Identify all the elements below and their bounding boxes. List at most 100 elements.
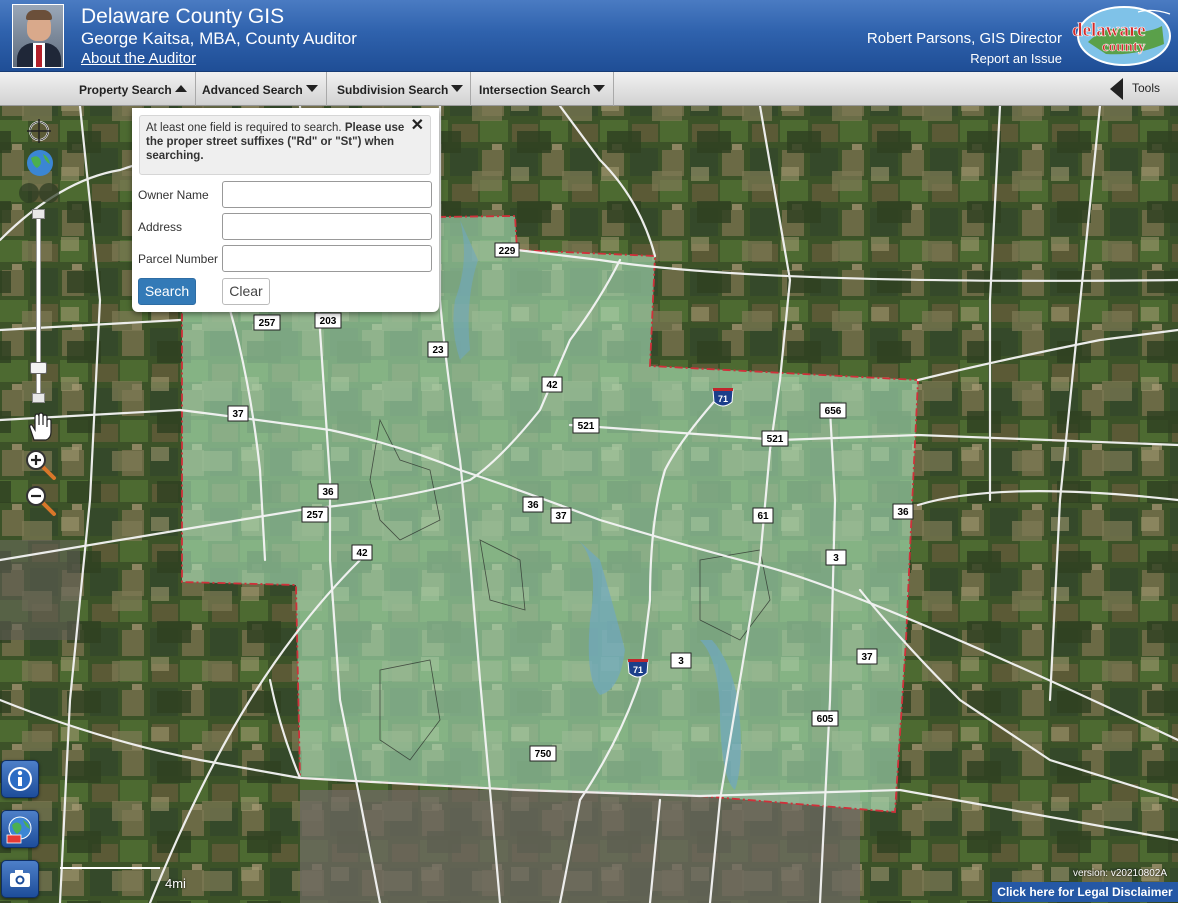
route-shield: 3 xyxy=(825,549,847,566)
svg-text:37: 37 xyxy=(555,511,567,522)
svg-text:750: 750 xyxy=(535,749,552,760)
globe-icon[interactable] xyxy=(25,148,55,178)
zoom-slider-up-button[interactable] xyxy=(32,209,45,219)
route-shield: 37 xyxy=(227,405,249,422)
notice-text: At least one field is required to search… xyxy=(146,122,345,134)
screenshot-button[interactable] xyxy=(1,860,39,898)
tools-label: Tools xyxy=(1132,81,1161,95)
interstate-shield: 71 xyxy=(712,388,734,407)
about-auditor-link[interactable]: About the Auditor xyxy=(81,50,196,67)
search-notice: At least one field is required to search… xyxy=(139,115,431,175)
route-shield: 36 xyxy=(317,483,339,500)
caret-down-icon xyxy=(593,85,606,92)
auditor-name: George Kaitsa, MBA, County Auditor xyxy=(81,29,357,48)
svg-text:521: 521 xyxy=(578,421,595,432)
route-shield: 257 xyxy=(301,506,329,523)
svg-text:521: 521 xyxy=(767,434,784,445)
route-shield: 203 xyxy=(314,312,342,329)
svg-text:36: 36 xyxy=(527,500,539,511)
clear-button[interactable]: Clear xyxy=(222,278,270,305)
svg-text:36: 36 xyxy=(897,507,909,518)
nav-intersection-search-label: Intersection Search xyxy=(479,83,591,97)
nav-subdivision-search[interactable]: Subdivision Search xyxy=(327,72,471,106)
svg-text:257: 257 xyxy=(259,318,276,329)
route-shield: 521 xyxy=(761,430,789,447)
route-shield: 42 xyxy=(351,544,373,561)
nav-property-search-label: Property Search xyxy=(79,83,172,97)
svg-text:23: 23 xyxy=(432,345,444,356)
caret-down-icon xyxy=(305,85,318,92)
svg-text:605: 605 xyxy=(817,714,834,725)
route-shield: 42 xyxy=(541,376,563,393)
nav-subdivision-search-label: Subdivision Search xyxy=(337,83,449,97)
camera-icon xyxy=(10,870,30,887)
nav-advanced-search[interactable]: Advanced Search xyxy=(196,72,327,106)
gis-director-text: Robert Parsons, GIS Director xyxy=(866,30,1062,47)
auditor-portrait xyxy=(12,4,64,68)
owner-name-input[interactable] xyxy=(222,181,432,208)
svg-text:229: 229 xyxy=(499,246,516,257)
pan-arrows-icon[interactable] xyxy=(18,180,60,206)
svg-text:3: 3 xyxy=(833,553,839,564)
parcel-number-label: Parcel Number xyxy=(138,252,219,266)
svg-text:656: 656 xyxy=(825,406,842,417)
route-shield: 36 xyxy=(522,496,544,513)
basemap-button[interactable] xyxy=(1,810,39,848)
parcel-number-input[interactable] xyxy=(222,245,432,272)
route-shield: 37 xyxy=(550,507,572,524)
pan-hand-icon[interactable] xyxy=(26,412,54,442)
logo-text-top: delaware xyxy=(1072,20,1146,41)
caret-down-icon xyxy=(451,85,464,92)
info-icon xyxy=(8,767,32,791)
delaware-county-logo: delaware county xyxy=(1072,6,1171,66)
route-shield: 750 xyxy=(529,745,557,762)
search-button[interactable]: Search xyxy=(138,278,196,305)
chevron-left-icon xyxy=(1110,78,1123,100)
zoom-slider-thumb[interactable] xyxy=(30,362,47,374)
app-title: Delaware County GIS xyxy=(81,5,285,28)
svg-text:257: 257 xyxy=(307,510,324,521)
svg-text:37: 37 xyxy=(861,652,873,663)
route-shield: 3 xyxy=(670,652,692,669)
svg-text:71: 71 xyxy=(718,394,728,404)
close-icon[interactable]: ✕ xyxy=(411,118,424,134)
caret-up-icon xyxy=(174,85,187,92)
logo-text-bottom: county xyxy=(1102,39,1146,55)
route-shield: 37 xyxy=(856,648,878,665)
crosshair-icon[interactable] xyxy=(26,118,52,144)
route-shield: 23 xyxy=(427,341,449,358)
svg-text:37: 37 xyxy=(232,409,244,420)
route-shield: 61 xyxy=(752,507,774,524)
property-search-panel: At least one field is required to search… xyxy=(132,108,439,312)
info-button[interactable] xyxy=(1,760,39,798)
route-shield: 257 xyxy=(253,314,281,331)
scale-label: 4mi xyxy=(165,876,186,891)
zoom-in-icon[interactable] xyxy=(24,448,58,482)
interstate-shield: 71 xyxy=(627,659,649,678)
tools-button[interactable]: Tools xyxy=(1110,76,1166,102)
address-label: Address xyxy=(138,220,183,234)
route-shield: 229 xyxy=(494,242,520,258)
version-label: version: v20210802A xyxy=(1073,868,1167,879)
svg-text:71: 71 xyxy=(633,665,643,675)
svg-text:61: 61 xyxy=(757,511,769,522)
legal-disclaimer-link[interactable]: Click here for Legal Disclaimer xyxy=(992,882,1178,902)
route-shield: 36 xyxy=(892,503,914,520)
svg-text:42: 42 xyxy=(356,548,368,559)
svg-text:42: 42 xyxy=(546,380,558,391)
report-issue-link[interactable]: Report an Issue xyxy=(970,51,1062,66)
route-shield: 605 xyxy=(811,710,839,727)
zoom-slider-down-button[interactable] xyxy=(32,393,45,403)
nav-property-search[interactable]: Property Search xyxy=(73,72,196,106)
route-shield: 521 xyxy=(572,417,600,434)
app-header: Delaware County GIS George Kaitsa, MBA, … xyxy=(0,0,1178,72)
address-input[interactable] xyxy=(222,213,432,240)
route-shield: 656 xyxy=(819,402,847,419)
basemap-globe-icon xyxy=(6,816,32,844)
nav-intersection-search[interactable]: Intersection Search xyxy=(471,72,614,106)
nav-advanced-search-label: Advanced Search xyxy=(202,83,303,97)
owner-name-label: Owner Name xyxy=(138,188,209,202)
zoom-out-icon[interactable] xyxy=(24,484,58,518)
svg-text:3: 3 xyxy=(678,656,684,667)
svg-text:36: 36 xyxy=(322,487,334,498)
